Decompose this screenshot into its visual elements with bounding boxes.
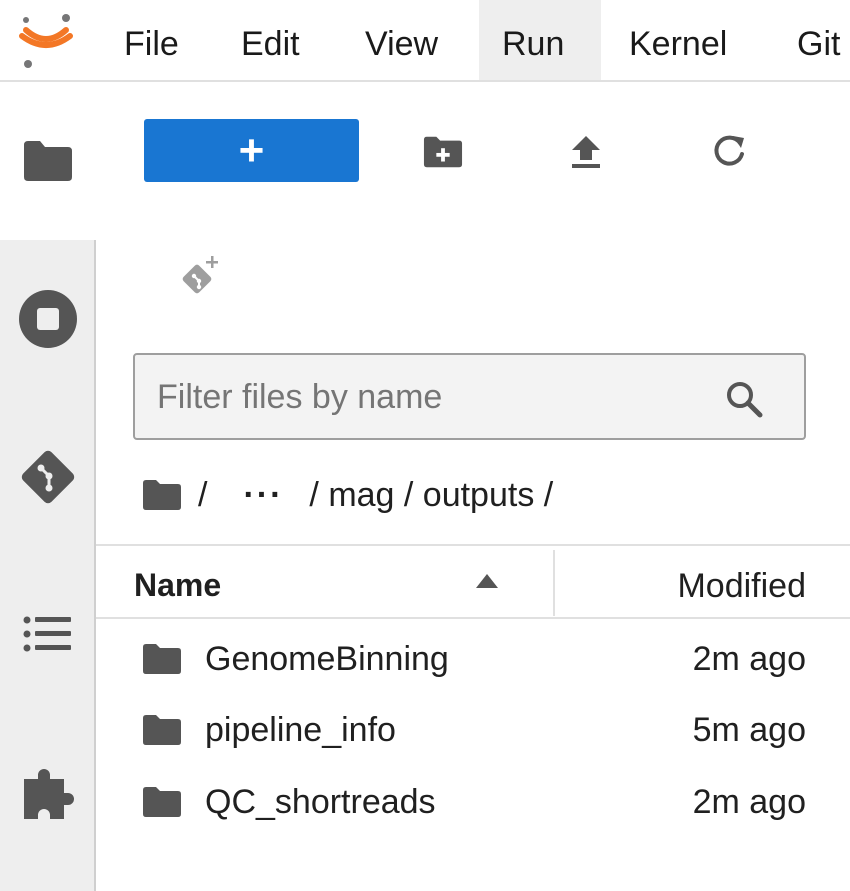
filter-box [133,353,806,440]
menu-edit[interactable]: Edit [218,0,323,80]
tab-running[interactable] [0,240,96,398]
tab-extensions[interactable] [0,714,96,872]
git-clone-icon[interactable] [180,254,224,298]
file-row[interactable]: QC_shortreads 2m ago [96,766,850,838]
folder-icon [24,141,72,181]
file-row[interactable]: GenomeBinning 2m ago [96,623,850,695]
breadcrumb-ellipsis[interactable]: ··· [243,476,283,515]
home-folder-icon[interactable] [142,479,182,511]
menu-git[interactable]: Git [774,0,850,80]
file-name: QC_shortreads [205,783,436,821]
upload-icon [572,136,600,168]
menu-run[interactable]: Run [479,0,601,80]
menu-file[interactable]: File [101,0,202,80]
breadcrumb-path[interactable]: / mag / outputs / [309,476,553,515]
breadcrumb-root-separator: / [198,475,208,514]
tab-file-browser[interactable] [0,82,96,240]
menu-kernel[interactable]: Kernel [606,0,750,80]
plus-icon: + [238,125,265,175]
file-row[interactable]: pipeline_info 5m ago [96,694,850,766]
new-folder-button[interactable] [423,132,463,172]
folder-icon [143,787,181,817]
folder-icon [143,715,181,745]
stop-circle-icon [19,290,77,348]
file-modified: 2m ago [692,783,806,821]
puzzle-icon [24,769,74,819]
menu-bar: File Edit View Run Kernel Git [0,0,850,82]
file-modified: 2m ago [692,640,806,678]
breadcrumb: / ··· / mag / outputs / [142,470,553,520]
folder-icon [143,644,181,674]
sort-ascending-icon[interactable] [474,572,500,590]
refresh-button[interactable] [709,132,749,172]
column-name-header[interactable]: Name [134,546,221,617]
file-list-header: Name Modified [96,544,850,619]
search-icon [727,382,763,418]
file-browser-panel: + Filter files by name / ··· / mag / out… [96,82,850,891]
file-modified: 5m ago [692,711,806,749]
menu-view[interactable]: View [342,0,461,80]
file-name: GenomeBinning [205,640,449,678]
column-divider[interactable] [553,550,555,616]
filter-input[interactable] [155,355,719,440]
activity-bar [0,82,96,891]
tab-git[interactable] [0,398,96,556]
git-icon [21,450,75,504]
refresh-icon [714,135,744,166]
new-folder-icon [423,136,463,168]
jupyter-logo-icon[interactable] [14,10,78,70]
column-modified-header[interactable]: Modified [677,546,806,617]
file-name: pipeline_info [205,711,396,749]
tab-table-of-contents[interactable] [0,556,96,714]
list-icon [23,616,71,652]
upload-button[interactable] [566,132,606,172]
new-launcher-button[interactable]: + [144,119,359,182]
